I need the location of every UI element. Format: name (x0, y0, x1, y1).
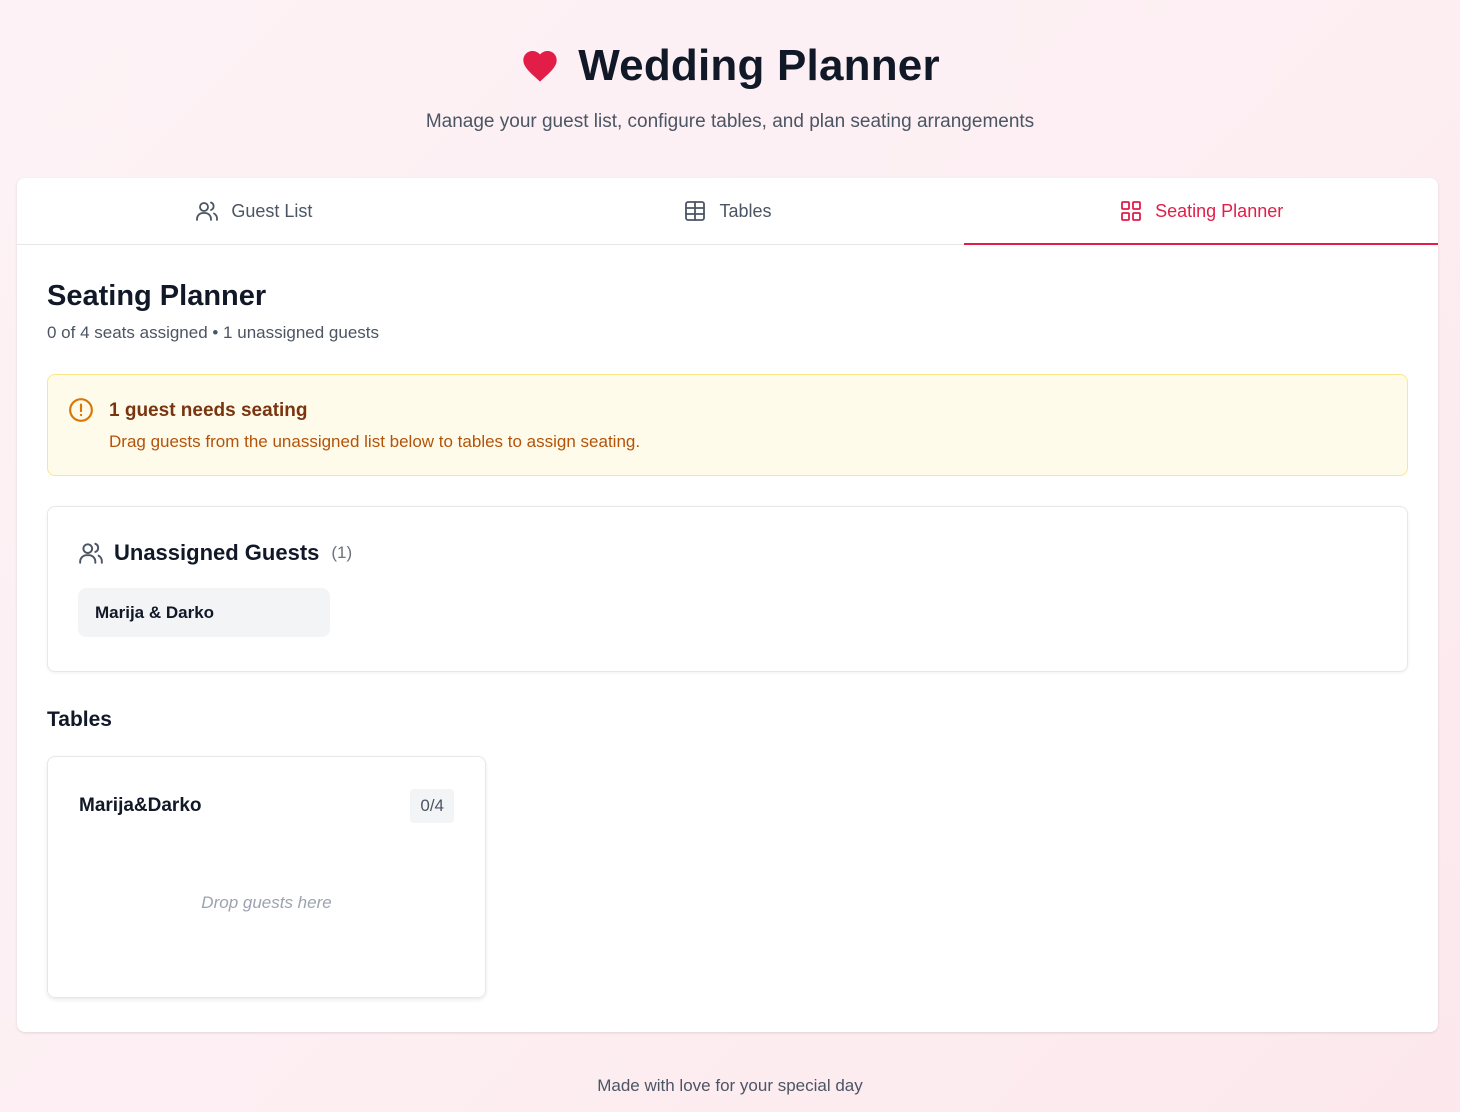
heart-icon (523, 51, 557, 82)
alert-circle-icon (69, 398, 93, 422)
footer-text: Made with love for your special day (597, 1076, 863, 1095)
unassigned-count: (1) (331, 543, 353, 562)
app-subtitle: Manage your guest list, configure tables… (425, 111, 1035, 132)
drop-zone[interactable]: Drop guests here (79, 893, 454, 913)
section-title: Seating Planner (47, 280, 267, 312)
alert-body: 1 guest needs seating Drag guests from t… (109, 397, 640, 453)
tab-label: Seating Planner (1155, 200, 1284, 221)
tab-tables[interactable]: Tables (491, 178, 965, 244)
seat-summary: 0 of 4 seats assigned • 1 unassigned gue… (47, 323, 380, 342)
guest-chip[interactable]: Marija & Darko (78, 588, 330, 637)
app-title: Wedding Planner (578, 41, 940, 90)
seating-planner-panel: Seating Planner 0 of 4 seats assigned • … (17, 245, 1438, 998)
app-header: Wedding Planner Manage your guest list, … (0, 0, 1460, 133)
tab-label: Guest List (231, 200, 313, 221)
grid-icon (1121, 201, 1142, 221)
title-row: Wedding Planner (0, 40, 1460, 92)
main-card: Guest List Tables Seating Planner Seatin… (17, 178, 1438, 1032)
unassigned-header: Unassigned Guests (1) (78, 540, 1377, 566)
tab-label: Tables (719, 200, 772, 221)
users-icon (79, 542, 103, 564)
tab-seating-planner[interactable]: Seating Planner (964, 178, 1438, 245)
tables-heading: Tables (47, 708, 112, 731)
alert-message: Drag guests from the unassigned list bel… (109, 432, 641, 451)
unassigned-guests-panel: Unassigned Guests (1) Marija & Darko (47, 506, 1408, 672)
unassigned-title: Unassigned Guests (114, 540, 320, 565)
table-card-header: Marija&Darko 0/4 (79, 789, 454, 823)
table-name: Marija&Darko (79, 795, 202, 816)
table-occupancy-badge: 0/4 (410, 789, 454, 823)
table-card[interactable]: Marija&Darko 0/4 Drop guests here (47, 756, 486, 998)
table-icon (685, 201, 706, 221)
tab-bar: Guest List Tables Seating Planner (17, 178, 1438, 245)
seating-alert: 1 guest needs seating Drag guests from t… (47, 374, 1408, 476)
users-icon (196, 201, 219, 221)
alert-title: 1 guest needs seating (109, 400, 308, 421)
tab-guest-list[interactable]: Guest List (17, 178, 491, 244)
